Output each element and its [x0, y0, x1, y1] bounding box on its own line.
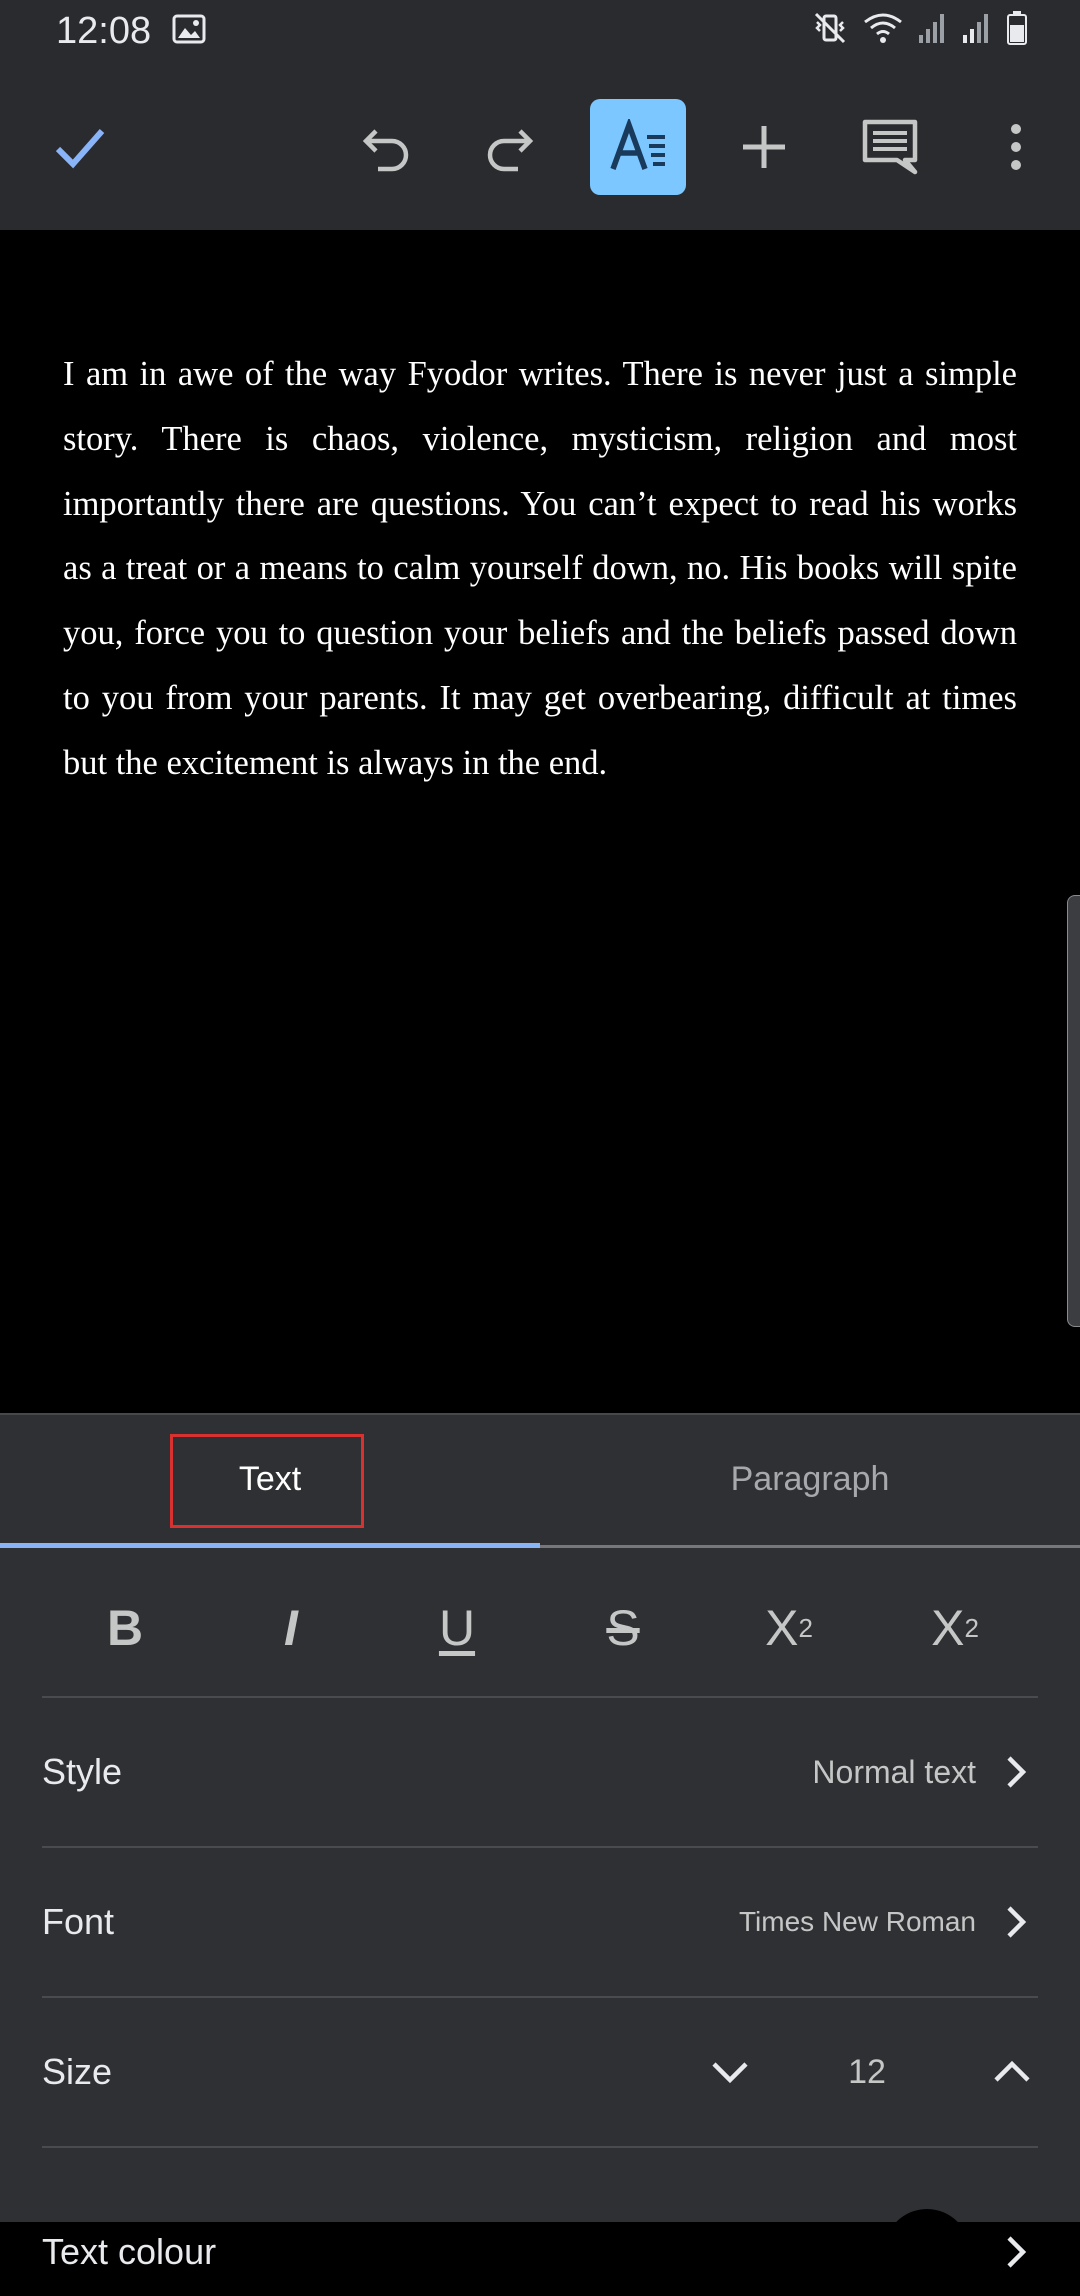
font-value: Times New Roman	[738, 1906, 976, 1937]
size-stepper: 12	[690, 2032, 1038, 2112]
focus-highlight	[170, 1434, 364, 1528]
wifi-icon	[862, 10, 904, 51]
redo-icon	[487, 129, 534, 172]
size-label: Size	[42, 2051, 113, 2092]
text-colour-label: Text colour	[42, 2231, 217, 2272]
done-check-button[interactable]	[32, 99, 128, 195]
signal-icon	[918, 11, 948, 50]
undo-icon	[362, 129, 409, 172]
strikethrough-button[interactable]: S	[563, 1568, 683, 1688]
size-row: Size 12	[42, 1998, 1038, 2146]
superscript-base: X	[765, 1600, 799, 1656]
chevron-right-icon	[994, 1900, 1038, 1944]
check-icon	[55, 129, 105, 169]
status-time: 12:08	[56, 10, 152, 52]
chevron-up-icon	[994, 2060, 1030, 2082]
italic-button[interactable]: I	[231, 1568, 351, 1688]
superscript-button[interactable]: X2	[729, 1568, 849, 1688]
font-label: Font	[42, 1901, 115, 1942]
subscript-button[interactable]: X2	[895, 1568, 1015, 1688]
bold-button[interactable]: B	[65, 1568, 185, 1688]
document-canvas[interactable]: I am in awe of the way Fyodor writes. Th…	[0, 230, 1080, 1413]
size-value[interactable]: 12	[822, 2053, 912, 2092]
subscript-mark: 2	[964, 1612, 979, 1643]
size-increase-button[interactable]	[972, 2032, 1052, 2112]
style-value: Normal text	[812, 1753, 976, 1790]
more-options-button[interactable]	[968, 99, 1064, 195]
chevron-right-icon	[994, 2230, 1038, 2274]
comment-icon	[862, 119, 918, 175]
gallery-notification-icon	[172, 14, 206, 49]
status-icons	[812, 10, 1028, 51]
subscript-base: X	[931, 1600, 965, 1656]
size-decrease-button[interactable]	[690, 2032, 770, 2112]
style-row[interactable]: Style Normal text	[42, 1698, 1038, 1846]
text-format-icon	[610, 119, 665, 170]
signal-icon-2	[962, 11, 992, 50]
chevron-down-icon	[712, 2062, 748, 2084]
superscript-mark: 2	[798, 1612, 813, 1643]
style-label: Style	[42, 1751, 123, 1792]
comment-button[interactable]	[842, 99, 938, 195]
scroll-handle[interactable]	[1067, 895, 1080, 1327]
format-panel: Text Paragraph B I U S X2 X2 Style Norma…	[0, 1413, 1080, 2295]
text-format-button[interactable]	[590, 99, 686, 195]
battery-icon	[1006, 10, 1028, 51]
status-bar: 12:08	[0, 0, 1080, 64]
text-format-buttons: B I U S X2 X2	[42, 1548, 1038, 1708]
add-icon	[743, 126, 785, 168]
underline-button[interactable]: U	[397, 1568, 517, 1688]
text-colour-row[interactable]: Text colour	[42, 2148, 1038, 2296]
vibrate-mute-icon	[812, 10, 848, 51]
undo-button[interactable]	[338, 99, 434, 195]
format-tabs: Text Paragraph	[0, 1415, 1080, 1548]
document-body-text[interactable]: I am in awe of the way Fyodor writes. Th…	[63, 342, 1017, 796]
chevron-right-icon	[994, 1750, 1038, 1794]
tab-paragraph[interactable]: Paragraph	[540, 1415, 1080, 1543]
more-vert-icon	[1011, 124, 1021, 170]
redo-button[interactable]	[462, 99, 558, 195]
font-row[interactable]: Font Times New Roman	[42, 1848, 1038, 1996]
insert-add-button[interactable]	[716, 99, 812, 195]
editor-toolbar	[0, 64, 1080, 230]
text-colour-swatch	[884, 2209, 970, 2295]
